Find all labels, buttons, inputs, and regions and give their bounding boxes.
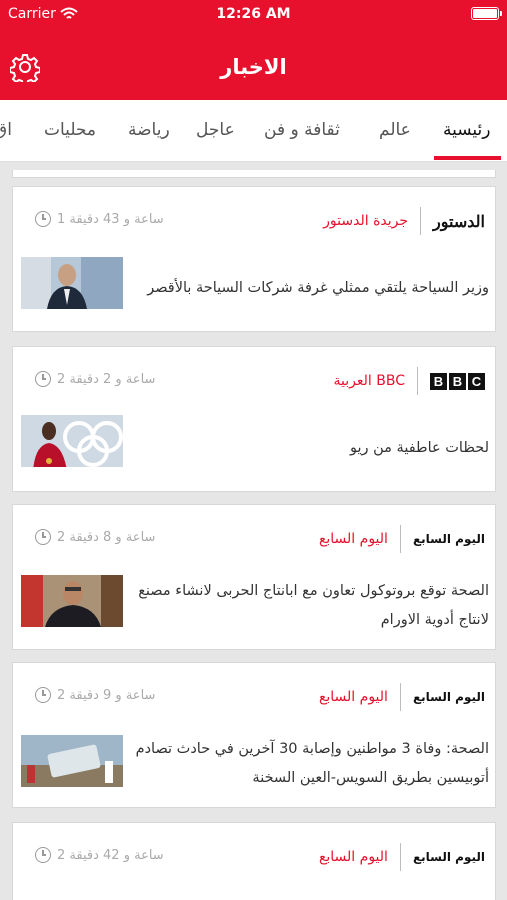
news-source: العربية BBC B B C: [334, 367, 485, 395]
active-tab-indicator: [434, 156, 501, 160]
clock-icon: [35, 371, 51, 387]
status-bar: Carrier 12:26 AM: [0, 0, 507, 28]
time-label: 2 ساعة و 42 دقيقة: [57, 847, 164, 863]
timestamp: 2 ساعة و 2 دقيقة: [35, 371, 155, 387]
news-thumbnail[interactable]: [21, 735, 123, 787]
timestamp: 2 ساعة و 8 دقيقة: [35, 529, 155, 545]
divider: [417, 367, 418, 395]
source-name[interactable]: العربية BBC: [334, 373, 405, 389]
source-name[interactable]: اليوم السابع: [319, 531, 388, 547]
source-name[interactable]: جريدة الدستور: [323, 213, 408, 229]
tab-economy[interactable]: اق: [0, 120, 12, 140]
news-headline[interactable]: لحظات عاطفية من ريو: [133, 434, 489, 463]
clock-icon: [35, 529, 51, 545]
news-card[interactable]: اليوم السابع اليوم السابع 2 ساعة و 9 دقي…: [12, 662, 496, 808]
tab-sports[interactable]: رياضة: [128, 120, 170, 140]
time-label: 2 ساعة و 9 دقيقة: [57, 687, 156, 703]
news-headline[interactable]: الصحة توقع بروتوكول تعاون مع ابانتاج الح…: [133, 577, 489, 635]
news-card[interactable]: اليوم السابع اليوم السابع 2 ساعة و 42 دق…: [12, 822, 496, 900]
news-source: اليوم السابع اليوم السابع: [319, 525, 485, 553]
clock-icon: [35, 687, 51, 703]
divider: [399, 843, 401, 871]
timestamp: 2 ساعة و 42 دقيقة: [35, 847, 164, 863]
news-source: اليوم السابع اليوم السابع: [319, 683, 485, 711]
app-header: Carrier 12:26 AM الاخبار: [0, 0, 507, 100]
time-label: 2 ساعة و 8 دقيقة: [57, 529, 156, 545]
news-headline[interactable]: وزير السياحة يلتقي ممثلي غرفة شركات السي…: [133, 274, 489, 303]
source-name[interactable]: اليوم السابع: [319, 849, 388, 865]
divider: [399, 683, 401, 711]
source-logo: الدستور: [433, 211, 485, 231]
divider: [399, 525, 401, 553]
clock-icon: [35, 847, 51, 863]
tab-breaking[interactable]: عاجل: [196, 120, 235, 140]
news-card-partial: [12, 170, 496, 178]
divider: [420, 207, 422, 235]
news-card[interactable]: اليوم السابع اليوم السابع 2 ساعة و 8 دقي…: [12, 504, 496, 650]
bbc-logo-letter: B: [430, 372, 447, 390]
page-title: الاخبار: [220, 55, 287, 79]
tab-main[interactable]: رئيسية: [443, 120, 490, 140]
time-label: 1 ساعة و 43 دقيقة: [57, 211, 164, 227]
news-thumbnail[interactable]: [21, 257, 123, 309]
battery-icon: [471, 7, 502, 20]
source-logo: اليوم السابع: [412, 850, 485, 864]
source-logo: B B C: [430, 372, 485, 390]
news-source: اليوم السابع اليوم السابع: [319, 843, 485, 871]
time-label: 2 ساعة و 2 دقيقة: [57, 371, 156, 387]
news-card[interactable]: جريدة الدستور الدستور 1 ساعة و 43 دقيقة …: [12, 186, 496, 332]
timestamp: 1 ساعة و 43 دقيقة: [35, 211, 164, 227]
tab-local[interactable]: محليات: [44, 120, 96, 140]
status-time: 12:26 AM: [216, 6, 291, 22]
bbc-logo-letter: B: [449, 372, 466, 390]
source-name[interactable]: اليوم السابع: [319, 689, 388, 705]
news-thumbnail[interactable]: [21, 575, 123, 627]
category-tabs: رئيسية عالم ثقافة و فن عاجل رياضة محليات…: [0, 100, 507, 162]
tab-world[interactable]: عالم: [379, 120, 411, 140]
source-logo: اليوم السابع: [412, 532, 485, 546]
news-thumbnail[interactable]: [21, 893, 123, 900]
news-thumbnail[interactable]: [21, 415, 123, 467]
bbc-logo-letter: C: [468, 372, 485, 390]
timestamp: 2 ساعة و 9 دقيقة: [35, 687, 155, 703]
tab-culture-art[interactable]: ثقافة و فن: [264, 120, 340, 140]
news-headline[interactable]: الصحة: وفاة 3 مواطنين وإصابة 30 آخرين في…: [133, 735, 489, 793]
clock-icon: [35, 211, 51, 227]
source-logo: اليوم السابع: [412, 690, 485, 704]
news-card[interactable]: العربية BBC B B C 2 ساعة و 2 دقيقة لحظات…: [12, 346, 496, 492]
news-source: جريدة الدستور الدستور: [323, 207, 485, 235]
